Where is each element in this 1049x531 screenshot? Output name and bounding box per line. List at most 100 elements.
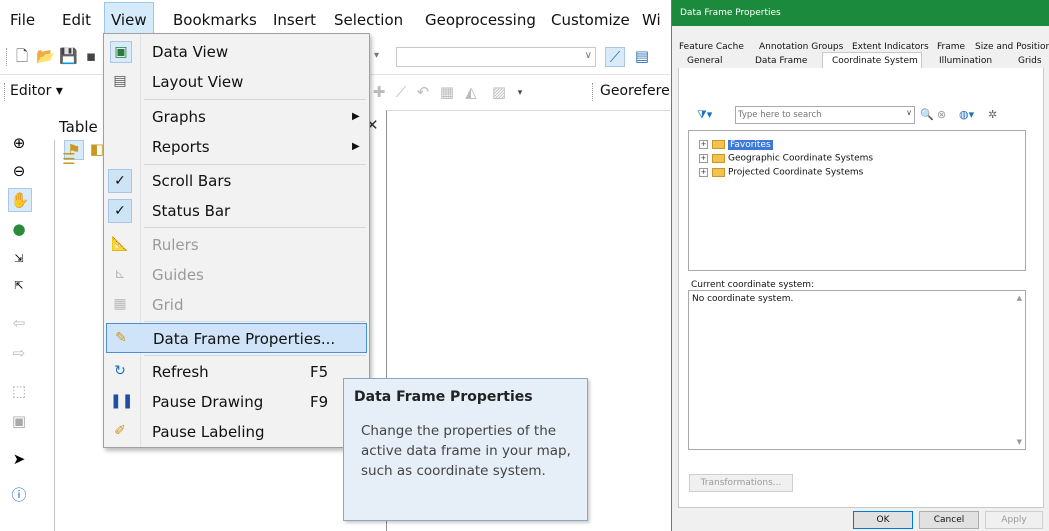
search-icon[interactable]: 🔍 xyxy=(920,108,934,122)
scale-dropdown-arrow[interactable]: ▾ xyxy=(370,48,382,68)
menu-item-pause-drawing[interactable]: ❚❚ Pause Drawing F9 xyxy=(104,387,369,417)
toolbar-grip[interactable] xyxy=(4,83,7,101)
guides-icon: ⊾ xyxy=(114,266,126,282)
back-extent-icon[interactable]: ⇦ xyxy=(8,312,30,334)
search-input[interactable] xyxy=(738,108,898,122)
search-box[interactable]: ∨ xyxy=(735,106,915,124)
menu-item-graphs[interactable]: Graphs ▶ xyxy=(104,102,369,132)
zoom-out-icon[interactable]: ⊖ xyxy=(8,160,30,182)
filter-icon[interactable]: ⧩▾ xyxy=(697,108,712,122)
transformations-button[interactable]: Transformations... xyxy=(689,474,793,492)
add-favorite-icon[interactable]: ✲ xyxy=(988,108,997,122)
save-icon[interactable]: 💾 xyxy=(59,47,78,65)
menu-file[interactable]: File xyxy=(10,11,35,29)
select-features-icon[interactable]: ⬚ xyxy=(8,380,30,402)
tab-size-and-position[interactable]: Size and Position xyxy=(975,42,1049,52)
tooltip: Data Frame Properties Change the propert… xyxy=(343,378,588,521)
tab-feature-cache[interactable]: Feature Cache xyxy=(679,42,744,52)
menu-item-scroll-bars[interactable]: ✓ Scroll Bars xyxy=(104,166,369,196)
menu-edit[interactable]: Edit xyxy=(62,11,91,29)
move-icon[interactable]: ✚ xyxy=(370,83,388,101)
menu-windows[interactable]: Wi xyxy=(642,11,661,29)
menu-item-refresh[interactable]: ↻ Refresh F5 xyxy=(104,357,369,387)
clear-search-icon[interactable]: ⊗ xyxy=(937,108,946,122)
open-folder-icon[interactable]: 📂 xyxy=(36,47,55,65)
toolbar-options-icon[interactable]: ▾ xyxy=(511,84,529,102)
menu-item-grid: ▦ Grid xyxy=(104,290,369,320)
tree-item-geographic[interactable]: + Geographic Coordinate Systems xyxy=(699,148,873,164)
menu-item-reports[interactable]: Reports ▶ xyxy=(104,132,369,162)
chevron-down-icon[interactable]: ∨ xyxy=(906,108,912,117)
clear-selection-icon[interactable]: ▣ xyxy=(8,410,30,432)
menu-item-data-view[interactable]: ▣ Data View xyxy=(104,37,369,67)
menu-item-layout-view[interactable]: ▤ Layout View xyxy=(104,67,369,97)
menu-customize[interactable]: Customize xyxy=(551,11,630,29)
tab-frame[interactable]: Frame xyxy=(937,42,965,52)
menu-geoprocessing[interactable]: Geoprocessing xyxy=(425,11,536,29)
data-view-icon: ▣ xyxy=(110,41,132,63)
scroll-down-icon[interactable]: ▼ xyxy=(1017,438,1022,446)
forward-extent-icon[interactable]: ⇨ xyxy=(8,342,30,364)
rulers-icon: 📐 xyxy=(111,236,129,252)
menu-insert[interactable]: Insert xyxy=(273,11,316,29)
tree-item-favorites[interactable]: + Favorites xyxy=(699,134,773,150)
menu-item-data-frame-properties[interactable]: ✎ Data Frame Properties... xyxy=(106,323,367,353)
shortcut-f5: F5 xyxy=(310,363,329,381)
toolbar-grip[interactable] xyxy=(6,48,9,66)
new-document-icon[interactable]: 🗋 xyxy=(13,47,31,65)
menu-bookmarks[interactable]: Bookmarks xyxy=(173,11,257,29)
scroll-up-icon[interactable]: ▲ xyxy=(1017,294,1022,302)
select-elements-icon[interactable]: ➤ xyxy=(8,448,30,470)
pan-icon[interactable]: ✋ xyxy=(8,188,32,212)
toolbar-grip[interactable] xyxy=(592,83,595,101)
menu-view[interactable]: View xyxy=(104,2,154,34)
dialog-titlebar[interactable]: Data Frame Properties xyxy=(672,0,1049,26)
undo-icon[interactable]: ↶ xyxy=(414,83,432,101)
tab-annotation-groups[interactable]: Annotation Groups xyxy=(759,42,843,52)
apply-button[interactable]: Apply xyxy=(985,511,1043,529)
graph-icon[interactable]: ⟋ xyxy=(605,47,625,67)
expand-icon[interactable]: + xyxy=(699,168,708,177)
table-icon[interactable]: ▦ xyxy=(438,83,456,101)
menu-item-guides: ⊾ Guides xyxy=(104,260,369,290)
menu-selection[interactable]: Selection xyxy=(334,11,403,29)
menu-item-pause-labeling[interactable]: ✐ Pause Labeling xyxy=(104,417,369,447)
zoom-in-icon[interactable]: ⊕ xyxy=(8,132,30,154)
view-menu-dropdown: ▣ Data View ▤ Layout View Graphs ▶ Repor… xyxy=(103,33,370,448)
rotate-icon[interactable]: ⟋ xyxy=(392,83,410,101)
layer-combo[interactable]: ∨ xyxy=(396,47,596,67)
current-cs-box[interactable]: No coordinate system. ▲ ▼ xyxy=(688,290,1026,450)
tab-coordinate-system[interactable]: Coordinate System xyxy=(832,56,918,66)
fixed-zoom-in-icon[interactable]: ⇲ xyxy=(8,248,30,270)
refresh-icon: ↻ xyxy=(114,363,126,379)
tab-data-frame[interactable]: Data Frame xyxy=(755,56,807,66)
tab-general[interactable]: General xyxy=(687,56,722,66)
identify-icon[interactable]: ⓘ xyxy=(8,484,30,506)
pause-labeling-icon: ✐ xyxy=(114,423,126,439)
coordinate-system-tree: + Favorites + Geographic Coordinate System… xyxy=(688,130,1026,271)
tooltip-title: Data Frame Properties xyxy=(354,389,533,405)
full-extent-icon[interactable]: ● xyxy=(8,218,30,240)
georeferencing-toolbar-label[interactable]: Georefere xyxy=(600,83,670,99)
checkmark-icon: ✓ xyxy=(108,199,132,223)
checkmark-icon: ✓ xyxy=(108,169,132,193)
catalog-icon[interactable]: ▤ xyxy=(633,47,651,65)
tree-item-projected[interactable]: + Projected Coordinate Systems xyxy=(699,162,863,178)
ok-button[interactable]: OK xyxy=(853,511,913,529)
cancel-button[interactable]: Cancel xyxy=(919,511,979,529)
editor-button[interactable]: Editor ▾ xyxy=(10,83,63,99)
globe-icon[interactable]: ◍▾ xyxy=(959,108,974,122)
layout-view-icon: ▤ xyxy=(113,73,127,89)
fixed-zoom-out-icon[interactable]: ⇱ xyxy=(8,275,30,297)
layers-icon[interactable]: ☰ xyxy=(60,150,78,168)
tab-grids[interactable]: Grids xyxy=(1018,56,1042,66)
tools-toolbar: ⊕ ⊖ ✋ ● ⇲ ⇱ ⇦ ⇨ ⬚ ▣ ➤ ⓘ xyxy=(0,110,36,531)
link-table-icon[interactable]: ◭ xyxy=(462,83,480,101)
menu-item-status-bar[interactable]: ✓ Status Bar xyxy=(104,196,369,226)
tab-extent-indicators[interactable]: Extent Indicators xyxy=(852,42,929,52)
data-frame-properties-icon: ✎ xyxy=(115,330,127,346)
menu-separator xyxy=(144,99,366,100)
print-icon[interactable]: ▪ xyxy=(82,47,100,65)
edit-vertices-icon[interactable]: ▨ xyxy=(490,83,508,101)
tab-illumination[interactable]: Illumination xyxy=(939,56,992,66)
